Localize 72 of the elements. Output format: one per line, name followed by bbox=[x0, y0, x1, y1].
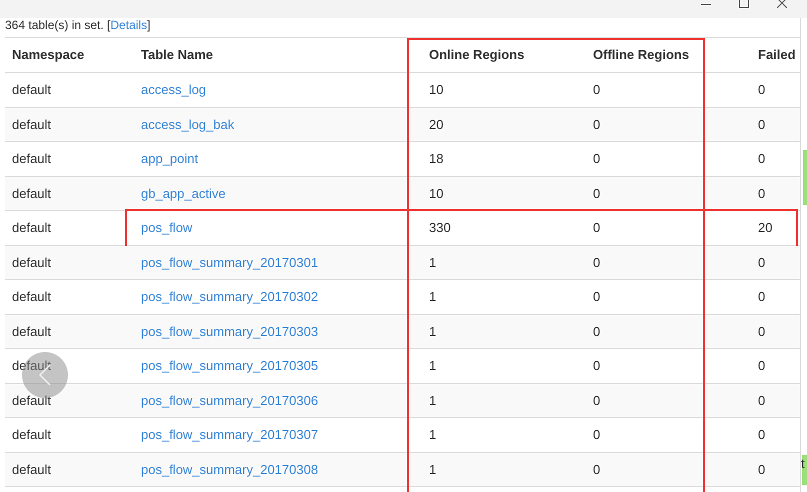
table-count: 364 table(s) in set. [ bbox=[5, 18, 110, 32]
table-cell: 1 bbox=[429, 289, 436, 304]
table-cell: 0 bbox=[593, 254, 600, 270]
table-link[interactable]: pos_flow bbox=[141, 220, 192, 235]
table-cell: default bbox=[12, 358, 52, 373]
table-cell: 1 bbox=[429, 324, 436, 338]
table-link[interactable]: app_point bbox=[141, 151, 198, 166]
close-icon[interactable] bbox=[777, 0, 787, 8]
table-cell: default bbox=[12, 392, 52, 408]
table-cell: default bbox=[12, 254, 52, 270]
table-cell: 0 bbox=[758, 358, 766, 373]
table-link[interactable]: pos_flow_summary_20170301 bbox=[141, 254, 318, 270]
table-cell: 0 bbox=[758, 151, 766, 166]
table-cell: 0 bbox=[758, 254, 766, 270]
table-link[interactable]: pos_flow_summary_20170307 bbox=[141, 427, 318, 442]
table-cell: 0 bbox=[593, 462, 600, 476]
table-cell: 10 bbox=[429, 186, 444, 200]
table-cell: 1 bbox=[429, 462, 436, 476]
table-cell: 0 bbox=[758, 289, 766, 304]
table-cell: 0 bbox=[593, 358, 600, 373]
table-cell: 0 bbox=[593, 186, 600, 200]
table-cell: 0 bbox=[593, 82, 600, 97]
bracket-text: ] bbox=[147, 18, 150, 32]
table-cell: 0 bbox=[593, 220, 600, 235]
table-link[interactable]: pos_flow_summary_20170302 bbox=[141, 289, 318, 304]
table-cell: 1 bbox=[429, 427, 436, 442]
table-cell: 1 bbox=[429, 254, 436, 270]
table-cell: 1 bbox=[429, 392, 436, 408]
table-link[interactable]: gb_app_active bbox=[141, 186, 226, 200]
table-cell: 0 bbox=[593, 151, 600, 166]
table-cell: 20 bbox=[758, 220, 772, 235]
table-cell: 1 bbox=[429, 358, 436, 373]
table-link[interactable]: access_log bbox=[141, 82, 206, 97]
column-header: Failed bbox=[758, 47, 796, 62]
table-cell: 0 bbox=[758, 186, 766, 200]
table-cell: default bbox=[12, 151, 52, 166]
table-cell: 18 bbox=[429, 151, 444, 166]
table-link[interactable]: pos_flow_summary_20170303 bbox=[141, 324, 318, 338]
maximize-icon[interactable] bbox=[739, 0, 749, 8]
table-cell: 0 bbox=[758, 82, 766, 97]
table-cell: default bbox=[12, 186, 52, 200]
change-marker bbox=[803, 150, 807, 205]
table-cell: 0 bbox=[758, 324, 766, 338]
table-cell: default bbox=[12, 82, 52, 97]
table-cell: default bbox=[12, 116, 52, 132]
table-cell: default bbox=[12, 220, 52, 235]
table-cell: 0 bbox=[758, 427, 766, 442]
column-header: Table Name bbox=[141, 47, 214, 62]
table-cell: 0 bbox=[758, 462, 766, 476]
table-cell: 0 bbox=[593, 392, 600, 408]
table-cell: 0 bbox=[593, 116, 600, 132]
column-header: Online Regions bbox=[429, 47, 524, 62]
table-cell: default bbox=[12, 427, 52, 442]
table-link[interactable]: access_log_bak bbox=[141, 116, 234, 132]
table-cell: 10 bbox=[429, 82, 444, 97]
column-header: Namespace bbox=[12, 47, 84, 62]
table-cell: 0 bbox=[593, 427, 600, 442]
table-cell: 330 bbox=[429, 220, 451, 235]
table-cell: 0 bbox=[758, 392, 766, 408]
table-cell: 0 bbox=[593, 289, 600, 304]
table-link[interactable]: pos_flow_summary_20170305 bbox=[141, 358, 318, 373]
table-cell: default bbox=[12, 324, 52, 338]
table-link[interactable]: pos_flow_summary_20170308 bbox=[141, 462, 318, 476]
table-link[interactable]: pos_flow_summary_20170306 bbox=[141, 392, 318, 408]
table-cell: 0 bbox=[758, 116, 766, 132]
table-cell: 0 bbox=[593, 324, 600, 338]
table-cell: default bbox=[12, 462, 52, 476]
details-link[interactable]: Details bbox=[110, 18, 148, 32]
table-cell: default bbox=[12, 289, 52, 304]
column-header: Offline Regions bbox=[593, 47, 690, 62]
table-cell: 20 bbox=[429, 116, 444, 132]
minimize-icon[interactable] bbox=[701, 4, 711, 6]
